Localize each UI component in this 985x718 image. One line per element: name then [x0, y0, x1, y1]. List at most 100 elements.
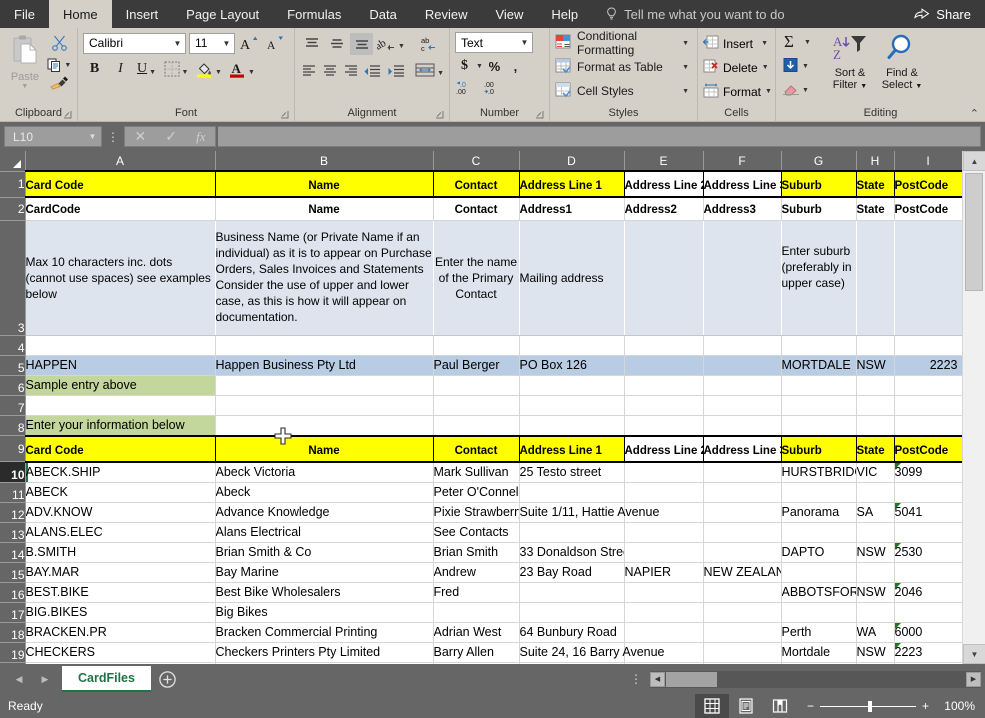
borders-button[interactable]: ▼ — [161, 58, 191, 80]
cell-c17[interactable] — [433, 602, 519, 622]
column-header-a[interactable]: A — [25, 151, 215, 171]
cell-f3[interactable] — [703, 220, 781, 335]
row-header-19[interactable]: 19 — [0, 642, 25, 662]
cell-d12[interactable]: Suite 1/11, Hattie Avenue — [519, 502, 624, 522]
column-header-e[interactable]: E — [624, 151, 703, 171]
cell-h1[interactable]: State — [856, 171, 894, 197]
fill-button[interactable]: ▼ — [782, 55, 824, 78]
zoom-level[interactable]: 100% — [939, 699, 985, 713]
cell-c13[interactable]: See Contacts — [433, 522, 519, 542]
cell-h6[interactable] — [856, 375, 894, 395]
cell-a14[interactable]: B.SMITH — [25, 542, 215, 562]
row-header-13[interactable]: 13 — [0, 522, 25, 542]
zoom-out-button[interactable]: − — [807, 699, 814, 713]
cell-c10[interactable]: Mark Sullivan — [433, 462, 519, 483]
cell-c15[interactable]: Andrew — [433, 562, 519, 582]
cell-g16[interactable]: ABBOTSFORD — [781, 582, 856, 602]
formula-bar-handle[interactable]: ⋮ — [102, 130, 124, 144]
insert-cells-button[interactable]: Insert ▼ — [703, 32, 771, 55]
cell-e17[interactable] — [624, 602, 703, 622]
row-header-18[interactable]: 18 — [0, 622, 25, 642]
cell-b2[interactable]: Name — [215, 197, 433, 220]
cell-b5[interactable]: Happen Business Pty Ltd — [215, 355, 433, 375]
cell-c8[interactable] — [433, 415, 519, 436]
format-as-table-chevron-down-icon[interactable]: ▼ — [682, 64, 693, 71]
cell-h10[interactable]: VIC — [856, 462, 894, 483]
cell-e6[interactable] — [624, 375, 703, 395]
cell-a19[interactable]: CHECKERS — [25, 642, 215, 662]
cell-d6[interactable] — [519, 375, 624, 395]
increase-font-size-button[interactable]: A — [238, 32, 261, 54]
row-header-9[interactable]: 9 — [0, 436, 25, 462]
vertical-scroll-thumb[interactable] — [965, 173, 983, 291]
row-header-15[interactable]: 15 — [0, 562, 25, 582]
vertical-scrollbar[interactable]: ▲ ▼ — [962, 151, 985, 664]
tab-review[interactable]: Review — [411, 0, 482, 28]
align-right-button[interactable] — [341, 60, 360, 82]
cell-g10[interactable]: HURSTBRIDGE — [781, 462, 856, 483]
row-header-3[interactable]: 3 — [0, 220, 25, 335]
cell-i13[interactable] — [894, 522, 962, 542]
cell-e8[interactable] — [624, 415, 703, 436]
cell-c12[interactable]: Pixie Strawberry — [433, 502, 519, 522]
cell-i9[interactable]: PostCode — [894, 436, 962, 462]
cell-a7[interactable] — [25, 395, 215, 415]
font-name-combobox[interactable]: Calibri ▼ — [83, 33, 186, 54]
formula-input[interactable] — [218, 126, 981, 147]
scroll-left-button[interactable]: ◀ — [650, 672, 665, 687]
row-header-4[interactable]: 4 — [0, 335, 25, 355]
font-size-chevron-down-icon[interactable]: ▼ — [221, 39, 232, 48]
cell-b7[interactable] — [215, 395, 433, 415]
cell-f12[interactable] — [703, 502, 781, 522]
cell-f4[interactable] — [703, 335, 781, 355]
cell-f6[interactable] — [703, 375, 781, 395]
cell-b14[interactable]: Brian Smith & Co — [215, 542, 433, 562]
align-middle-button[interactable] — [325, 33, 348, 55]
cell-c9[interactable]: Contact — [433, 436, 519, 462]
cell-i4[interactable] — [894, 335, 962, 355]
cell-styles-chevron-down-icon[interactable]: ▼ — [682, 88, 693, 95]
cell-a11[interactable]: ABECK — [25, 482, 215, 502]
cell-e16[interactable] — [624, 582, 703, 602]
currency-button[interactable]: $ — [455, 55, 474, 77]
cell-c7[interactable] — [433, 395, 519, 415]
fill-color-chevron-down-icon[interactable]: ▼ — [215, 69, 222, 76]
sort-and-filter-button[interactable]: AZ Sort & Filter ▼ — [824, 31, 876, 105]
wrap-text-button[interactable]: abc — [416, 33, 442, 55]
cell-h14[interactable]: NSW — [856, 542, 894, 562]
cell-c3[interactable]: Enter the name of the Primary Contact — [433, 220, 519, 335]
format-chevron-down-icon[interactable]: ▼ — [765, 88, 775, 95]
cell-i12[interactable]: 5041 — [894, 502, 962, 522]
cell-h5[interactable]: NSW — [856, 355, 894, 375]
column-header-c[interactable]: C — [433, 151, 519, 171]
align-bottom-button[interactable] — [350, 33, 373, 55]
cell-d19[interactable]: Suite 24, 16 Barry Avenue — [519, 642, 624, 662]
increase-indent-button[interactable] — [385, 60, 406, 82]
insert-function-icon[interactable]: fx — [196, 129, 205, 145]
align-center-button[interactable] — [321, 60, 340, 82]
format-cells-button[interactable]: Format ▼ — [703, 80, 771, 103]
cell-d1[interactable]: Address Line 1 — [519, 171, 624, 197]
fill-color-button[interactable]: ▼ — [194, 58, 224, 80]
cell-f13[interactable] — [703, 522, 781, 542]
cell-c11[interactable]: Peter O'Connell — [433, 482, 519, 502]
cell-e9[interactable]: Address Line 2 — [624, 436, 703, 462]
zoom-in-button[interactable]: + — [922, 699, 929, 713]
cell-g8[interactable] — [781, 415, 856, 436]
decrease-decimal-button[interactable]: .00.0 — [483, 80, 507, 99]
cell-i1[interactable]: PostCode — [894, 171, 962, 197]
cell-i3[interactable] — [894, 220, 962, 335]
cell-i15[interactable] — [894, 562, 962, 582]
conditional-formatting-button[interactable]: Conditional Formatting ▼ — [555, 32, 693, 54]
cell-i19[interactable]: 2223 — [894, 642, 962, 662]
cell-g6[interactable] — [781, 375, 856, 395]
cell-d4[interactable] — [519, 335, 624, 355]
number-format-combobox[interactable]: Text ▼ — [455, 32, 533, 53]
horizontal-scroll-thumb[interactable] — [666, 672, 717, 687]
cell-b8[interactable] — [215, 415, 433, 436]
cell-h13[interactable] — [856, 522, 894, 542]
cell-styles-button[interactable]: Cell Styles ▼ — [555, 80, 693, 102]
cell-b13[interactable]: Alans Electrical — [215, 522, 433, 542]
column-header-i[interactable]: I — [894, 151, 962, 171]
cell-a18[interactable]: BRACKEN.PR — [25, 622, 215, 642]
